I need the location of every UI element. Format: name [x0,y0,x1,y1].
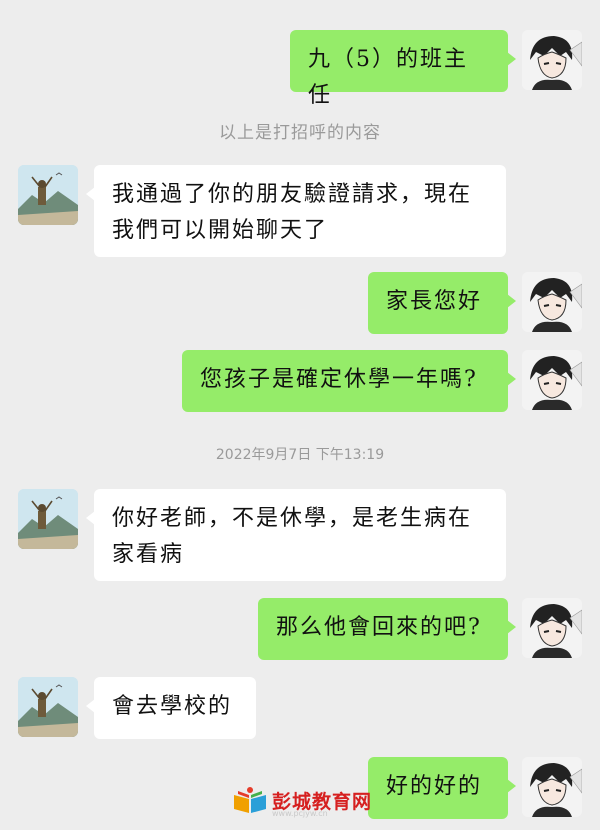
message-row: 那么他會回來的吧? [0,598,600,660]
landscape-figure-avatar-icon [18,489,78,549]
landscape-figure-avatar-icon [18,165,78,225]
message-bubble-other[interactable]: 你好老師，不是休學，是老生病在家看病 [86,489,506,581]
anime-boy-avatar-icon [522,350,582,410]
anime-boy-avatar-icon [522,757,582,817]
landscape-figure-avatar-icon [18,677,78,737]
self-avatar[interactable] [522,30,582,90]
message-timestamp: 2022年9月7日 下午13:19 [215,447,385,463]
parent-avatar[interactable] [18,677,78,737]
watermark: 彭城教育网 www.pcjyw.cn [232,783,372,818]
message-text: 會去學校的 [112,694,233,719]
message-bubble-other[interactable]: 我通過了你的朋友驗證請求，現在我們可以開始聊天了 [86,165,506,257]
message-text: 九（5）的班主任 [308,47,468,108]
book-logo-icon [234,787,266,813]
parent-avatar[interactable] [18,165,78,225]
message-text: 家長您好 [386,289,483,314]
message-bubble-self[interactable]: 您孩子是確定休學一年嗎? [182,350,516,412]
watermark-url: www.pcjyw.cn [272,809,328,818]
message-row: 我通過了你的朋友驗證請求，現在我們可以開始聊天了 [0,165,600,257]
message-row: 會去學校的 [0,677,600,739]
message-text: 你好老師，不是休學，是老生病在家看病 [112,506,473,567]
self-avatar[interactable] [522,757,582,817]
message-row: 你好老師，不是休學，是老生病在家看病 [0,489,600,581]
message-text: 那么他會回來的吧? [276,615,482,640]
anime-boy-avatar-icon [522,598,582,658]
message-bubble-other[interactable]: 會去學校的 [86,677,256,739]
message-bubble-self[interactable]: 那么他會回來的吧? [258,598,516,660]
self-avatar[interactable] [522,598,582,658]
message-text: 您孩子是確定休學一年嗎? [200,367,478,392]
message-bubble-self[interactable]: 好的好的 [368,757,516,819]
parent-avatar[interactable] [18,489,78,549]
message-text: 好的好的 [386,774,483,799]
anime-boy-avatar-icon [522,30,582,90]
self-avatar[interactable] [522,350,582,410]
message-text: 我通過了你的朋友驗證請求，現在我們可以開始聊天了 [112,182,473,243]
message-bubble-self[interactable]: 九（5）的班主任 [290,30,516,108]
message-row: 家長您好 [0,272,600,334]
message-row: 九（5）的班主任 [0,30,600,108]
anime-boy-avatar-icon [522,272,582,332]
message-row: 您孩子是確定休學一年嗎? [0,350,600,412]
system-note: 以上是打招呼的内容 [219,123,381,143]
self-avatar[interactable] [522,272,582,332]
message-bubble-self[interactable]: 家長您好 [368,272,516,334]
